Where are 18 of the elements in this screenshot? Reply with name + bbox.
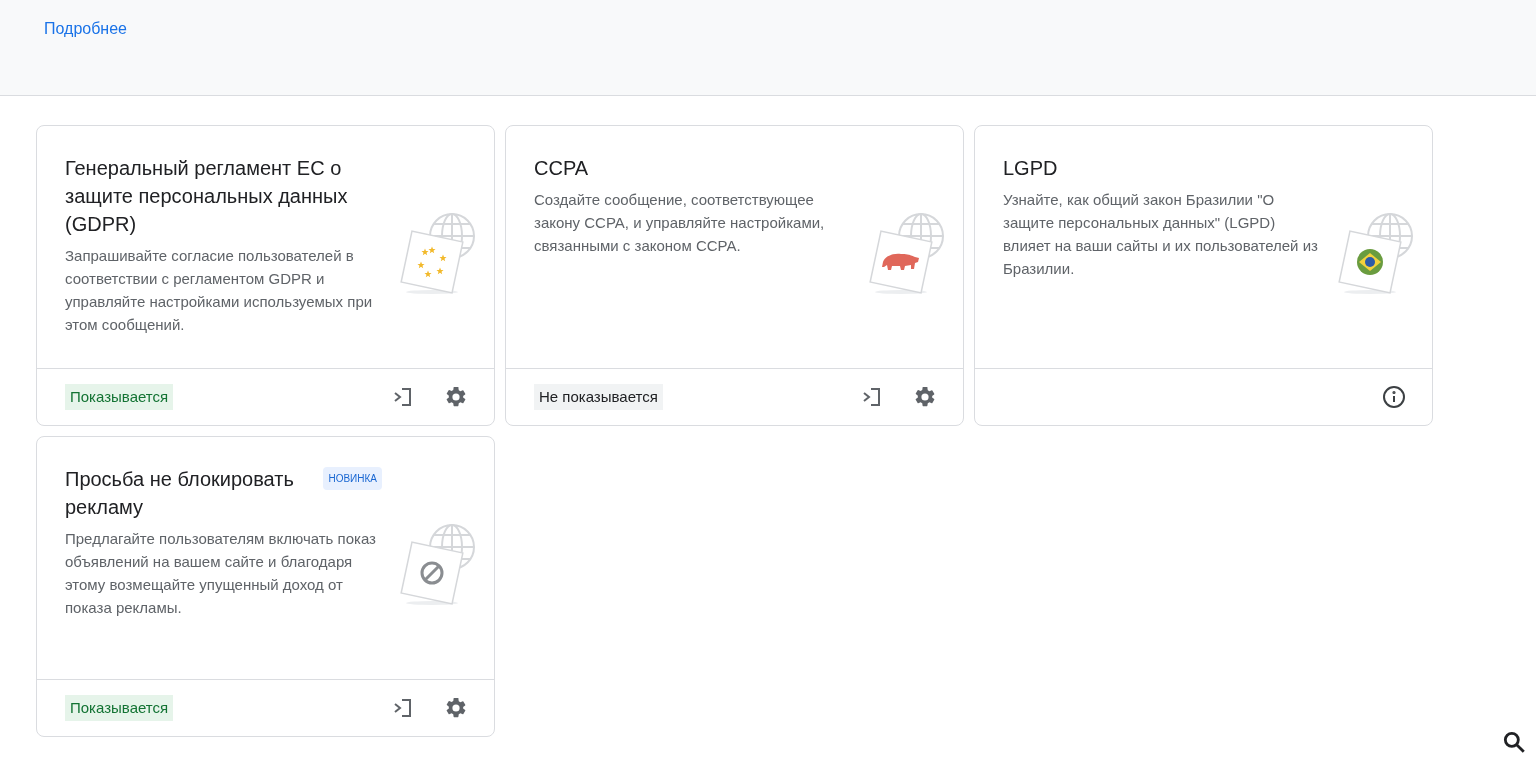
learn-more-link[interactable]: Подробнее	[44, 20, 127, 37]
card-description: Предлагайте пользователям включать показ объявлений на вашем сайте и благодаря этому возмещайте упущенный доход от показа рекламы.	[65, 529, 377, 618]
settings-icon	[444, 385, 468, 409]
card-title: Генеральный регламент ЕС о защите персональных данных (GDPR)	[65, 156, 349, 237]
card-description: Запрашивайте согласие пользователей в соответствии с регламентом GDPR и управляйте настройками используемых при этом сообщений.	[65, 246, 374, 335]
status-label: Показывается	[65, 694, 174, 722]
card-title: CCPA	[534, 156, 589, 181]
search-icon	[1501, 729, 1527, 755]
status-label: Показывается	[65, 383, 174, 411]
settings-icon	[444, 696, 468, 720]
card-title: Просьба не блокировать рекламу	[65, 467, 295, 520]
info-icon	[1382, 385, 1406, 409]
card-description: Создайте сообщение, соответствующее закону CCPA, и управляйте настройками, связанными с законом CCPA.	[534, 190, 826, 256]
card-description: Узнайте, как общий закон Бразилии "О защите персональных данных" (LGPD) влияет на ваши сайты и их пользователей из Бразилии.	[1003, 190, 1319, 279]
status-label: Не показывается	[534, 383, 663, 411]
settings-icon	[913, 385, 937, 409]
new-badge: НОВИНКА	[323, 467, 382, 490]
card-title: LGPD	[1003, 156, 1058, 181]
